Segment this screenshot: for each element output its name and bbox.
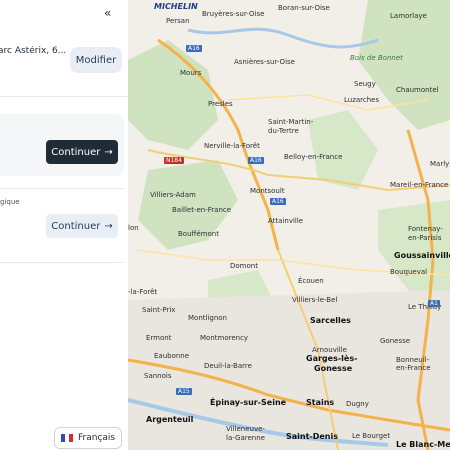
language-selector[interactable]: Français [54,427,122,449]
place-label: lon [128,224,139,232]
place-label: Villiers-le-Bel [292,296,338,304]
place-label: Goussainville [394,251,450,260]
place-label: Deuil-la-Barre [204,362,252,370]
place-label: Saint-Denis [286,432,339,441]
place-label: Mareil-en-France [390,181,449,189]
place-label: Lamorlaye [390,12,427,20]
language-label: Français [78,433,116,443]
option-label: gique [0,198,20,206]
place-label: Persan [166,17,190,25]
place-label: Gonesse [314,364,353,373]
place-label: Boran-sur-Oise [278,4,330,12]
road-shield: A16 [270,198,286,205]
place-label: Argenteuil [146,415,194,424]
itinerary-panel: « arc Astérix, 6... Modifier Continuer →… [0,0,129,450]
place-label: Sarcelles [310,316,351,325]
place-label: du-Tertre [268,127,299,135]
arrow-right-icon: → [104,220,113,232]
place-label: Le Blanc-Mesnil [396,440,450,449]
modifier-button[interactable]: Modifier [70,47,122,73]
collapse-panel-button[interactable]: « [104,6,111,20]
road-shield: A16 [248,157,264,164]
divider [0,96,128,97]
michelin-logo: MICHELIN [154,2,198,11]
place-label: Bruyères-sur-Oise [202,10,265,18]
place-label: Fontenay- [408,225,443,233]
place-label: Belloy-en-France [284,153,343,161]
place-label: Montmorency [200,334,249,342]
place-label: Marly [430,160,450,168]
divider [0,188,124,189]
place-label: Montsoult [250,187,285,195]
road-shield: A1 [428,300,440,307]
place-label: Montlignon [188,314,227,322]
divider [0,262,124,263]
arrow-right-icon: → [104,146,113,158]
place-label: Saint-Prix [142,306,176,314]
place-label: Ermont [146,334,172,342]
continue-label: Continuer [51,220,101,232]
place-label: Bouqueval [390,268,428,276]
place-label: Garges-lès- [306,354,358,363]
place-label: Bouffémont [178,230,219,238]
continue-label: Continuer [51,146,101,158]
place-label: Baillet-en-France [172,206,232,214]
continue-button-secondary[interactable]: Continuer → [46,214,118,238]
continue-button-primary[interactable]: Continuer → [46,140,118,164]
place-label: Dugny [346,400,369,408]
address-text: arc Astérix, 6... [0,46,67,56]
road-shield: A15 [176,388,192,395]
place-label: Épinay-sur-Seine [210,398,287,407]
place-label: en-France [396,364,431,372]
place-label: Eaubonne [154,352,190,360]
place-label: Mours [180,69,202,77]
road-shield: A16 [186,45,202,52]
place-label: Saint-Martin- [268,118,314,126]
place-label: Luzarches [344,96,380,104]
place-label: Seugy [354,80,376,88]
place-label: en-Parisis [408,234,442,242]
road-shield: N184 [164,157,184,164]
place-label: Nerville-la-Forêt [204,142,260,150]
place-label: Bois de Bonnet [350,54,403,62]
place-label: Villiers-Adam [150,191,196,199]
place-label: Chaumontel [396,86,439,94]
place-label: Écouen [298,277,324,285]
place-label: la-Garenne [226,434,265,442]
map-view[interactable]: MICHELIN Persan Bruyères-sur-Oise Boran-… [128,0,450,450]
place-label: Asnières-sur-Oise [234,58,295,66]
place-label: Bonneuil- [396,356,430,364]
place-label: Villeneuve- [226,425,265,433]
place-label: Gonesse [380,337,411,345]
place-label: Attainville [268,217,304,225]
place-label: Sannois [144,372,172,380]
place-label: Domont [230,262,258,270]
place-label: -la-Forêt [128,288,158,296]
place-label: Presles [208,100,233,108]
map-background [128,0,450,450]
french-flag-icon [61,434,73,442]
place-label: Le Bourget [352,432,391,440]
place-label: Arnouville [312,346,347,354]
place-label: Stains [306,398,335,407]
